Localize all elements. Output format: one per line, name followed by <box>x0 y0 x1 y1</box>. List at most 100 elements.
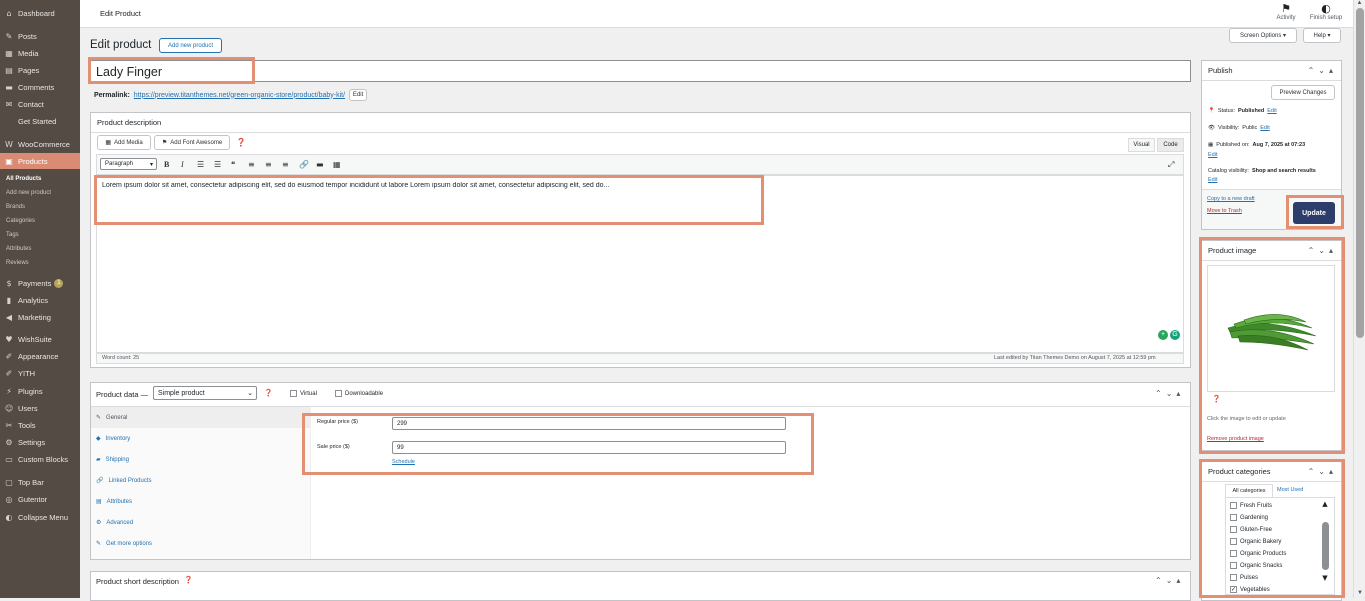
grammarly-icon[interactable]: G <box>1170 330 1180 340</box>
help-button[interactable]: Help ▾ <box>1303 28 1341 43</box>
sidebar-item-appearance[interactable]: ✐ Appearance <box>0 348 80 364</box>
sidebar-item-dashboard[interactable]: ⌂ Dashboard <box>0 5 80 21</box>
help-icon[interactable]: ❓ <box>236 138 246 147</box>
panel-controls[interactable]: ⌃⌄▴ <box>1308 246 1337 255</box>
submenu-item-add-new-product[interactable]: Add new product <box>6 190 51 196</box>
help-icon[interactable]: ❓ <box>264 389 273 397</box>
submenu-item-tags[interactable]: Tags <box>6 232 19 238</box>
schedule-link[interactable]: Schedule <box>392 459 415 465</box>
checkbox-icon[interactable] <box>1230 514 1237 521</box>
sidebar-item-get-started[interactable]: Get Started <box>0 113 80 129</box>
remove-image-link[interactable]: Remove product image <box>1207 436 1264 442</box>
category-item[interactable]: Gardening <box>1230 514 1268 521</box>
finish-setup-button[interactable]: ◐ Finish setup <box>1308 3 1344 22</box>
sidebar-item-media[interactable]: ▦ Media <box>0 45 80 61</box>
align-left-icon[interactable]: ≡ <box>248 160 255 169</box>
screen-options-button[interactable]: Screen Options ▾ <box>1229 28 1297 43</box>
preview-changes-button[interactable]: Preview Changes <box>1271 85 1335 100</box>
checkbox-icon[interactable] <box>1230 538 1237 545</box>
grammarly-plus-icon[interactable]: + <box>1158 330 1168 340</box>
submenu-item-reviews[interactable]: Reviews <box>6 260 29 266</box>
submenu-item-brands[interactable]: Brands <box>6 204 25 210</box>
product-image[interactable] <box>1207 265 1335 392</box>
product-tab-shipping[interactable]: ▰ Shipping <box>96 456 129 463</box>
category-item[interactable]: Gluten-Free <box>1230 526 1272 533</box>
scroll-up-icon[interactable]: ▲ <box>1320 500 1330 508</box>
category-item[interactable]: Pulses <box>1230 574 1258 581</box>
tab-all-categories[interactable]: All categories <box>1225 484 1273 497</box>
product-tab-get-more-options[interactable]: ✎ Get more options <box>96 540 152 547</box>
link-icon[interactable]: 🔗 <box>299 160 309 169</box>
description-text[interactable]: Lorem ipsum dolor sit amet, consectetur … <box>102 182 762 189</box>
scroll-down-icon[interactable]: ▼ <box>1320 574 1330 582</box>
product-type-select[interactable]: Simple product ⌄ <box>153 386 257 400</box>
scroll-down-icon[interactable]: ▼ <box>1354 590 1365 596</box>
sale-price-input[interactable]: 99 <box>392 441 786 454</box>
help-icon[interactable]: ❓ <box>184 576 193 584</box>
sidebar-item-posts[interactable]: ✎ Posts <box>0 28 80 44</box>
category-item[interactable]: Organic Snacks <box>1230 562 1282 569</box>
category-item[interactable]: ✓ Vegetables <box>1230 586 1270 593</box>
bold-icon[interactable]: B <box>164 160 169 169</box>
regular-price-input[interactable]: 299 <box>392 417 786 430</box>
checkbox-icon[interactable] <box>1230 574 1237 581</box>
panel-controls[interactable]: ⌃⌄▴ <box>1155 389 1184 398</box>
panel-controls[interactable]: ⌃⌄▴ <box>1155 576 1184 585</box>
sidebar-item-gutentor[interactable]: ◎ Gutentor <box>0 491 80 507</box>
catalog-edit-link[interactable]: Edit <box>1208 177 1217 183</box>
product-tab-general[interactable]: ✎ General <box>96 414 127 421</box>
sidebar-item-marketing[interactable]: ◀ Marketing <box>0 309 80 325</box>
submenu-item-categories[interactable]: Categories <box>6 218 35 224</box>
tab-code[interactable]: Code <box>1157 138 1184 152</box>
checkbox-icon[interactable] <box>1230 526 1237 533</box>
sidebar-item-comments[interactable]: ▬ Comments <box>0 79 80 95</box>
submenu-item-attributes[interactable]: Attributes <box>6 246 31 252</box>
scroll-up-icon[interactable]: ▲ <box>1354 0 1365 6</box>
status-edit-link[interactable]: Edit <box>1267 108 1276 114</box>
add-new-product-button[interactable]: Add new product <box>159 38 222 53</box>
checkbox-icon[interactable] <box>1230 562 1237 569</box>
italic-icon[interactable]: I <box>181 160 184 169</box>
panel-controls[interactable]: ⌃⌄▴ <box>1308 467 1337 476</box>
product-title-input[interactable]: Lady Finger <box>90 60 1191 82</box>
tab-visual[interactable]: Visual <box>1128 138 1155 152</box>
sidebar-item-custom-blocks[interactable]: ▭ Custom Blocks <box>0 451 80 467</box>
product-tab-linked-products[interactable]: 🔗 Linked Products <box>96 477 152 484</box>
sidebar-item-tools[interactable]: ✂ Tools <box>0 417 80 433</box>
copy-draft-link[interactable]: Copy to a new draft <box>1207 196 1255 202</box>
add-font-awesome-button[interactable]: ⚑ Add Font Awesome <box>154 135 230 150</box>
published-edit-link[interactable]: Edit <box>1208 152 1217 158</box>
blockquote-icon[interactable]: ❝ <box>231 160 235 169</box>
bullet-list-icon[interactable]: ☰ <box>197 160 204 169</box>
activity-button[interactable]: ⚑ Activity <box>1268 3 1304 22</box>
visibility-edit-link[interactable]: Edit <box>1260 125 1269 131</box>
tab-most-used[interactable]: Most Used <box>1277 487 1303 493</box>
sidebar-item-payments[interactable]: $ Payments 1 <box>0 275 80 291</box>
scroll-thumb[interactable] <box>1355 8 1364 338</box>
numbered-list-icon[interactable]: ☰ <box>214 160 221 169</box>
sidebar-item-collapse-menu[interactable]: ◐ Collapse Menu <box>0 509 80 525</box>
checkbox-icon[interactable] <box>1230 502 1237 509</box>
product-tab-advanced[interactable]: ⚙ Advanced <box>96 519 133 526</box>
product-tab-inventory[interactable]: ◆ Inventory <box>96 435 130 442</box>
sidebar-item-pages[interactable]: ▤ Pages <box>0 62 80 78</box>
sidebar-item-plugins[interactable]: ⚡ Plugins <box>0 383 80 399</box>
sidebar-item-products[interactable]: ▣ Products <box>0 153 80 169</box>
sidebar-item-wishsuite[interactable]: ♥ WishSuite <box>0 331 80 347</box>
permalink-url[interactable]: https://preview.titanthemes.net/green-or… <box>134 92 345 99</box>
editor-content-area[interactable] <box>96 175 1184 353</box>
downloadable-checkbox[interactable]: Downloadable <box>335 390 383 397</box>
add-media-button[interactable]: ▦ Add Media <box>97 135 151 150</box>
panel-controls[interactable]: ⌃⌄▴ <box>1308 66 1337 75</box>
help-icon[interactable]: ❓ <box>1212 395 1221 403</box>
align-right-icon[interactable]: ≡ <box>282 160 289 169</box>
checked-checkbox-icon[interactable]: ✓ <box>1230 586 1237 593</box>
page-scrollbar[interactable]: ▲ ▼ <box>1353 0 1365 598</box>
move-to-trash-link[interactable]: Move to Trash <box>1207 208 1242 214</box>
product-tab-attributes[interactable]: ▤ Attributes <box>96 498 132 505</box>
scroll-thumb[interactable] <box>1321 522 1329 570</box>
toolbar-toggle-icon[interactable]: ▦ <box>333 160 341 169</box>
fullscreen-icon[interactable]: ⤢ <box>1168 160 1174 170</box>
sidebar-item-analytics[interactable]: ▮ Analytics <box>0 292 80 308</box>
virtual-checkbox[interactable]: Virtual <box>290 390 317 397</box>
